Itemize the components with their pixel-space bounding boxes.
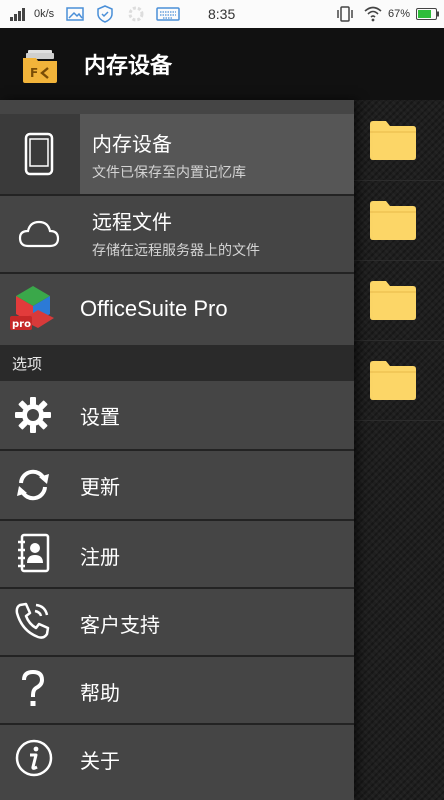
network-speed: 0k/s [34,8,55,20]
folder-icon [370,121,416,160]
drawer-item-settings[interactable]: 设置 [0,381,354,449]
folder-item[interactable] [354,180,444,261]
wifi-icon [364,0,382,28]
drawer-item-label: 客户支持 [80,613,160,637]
drawer-item-register[interactable]: 注册 [0,521,354,587]
svg-text:F: F [30,66,38,80]
shield-check-icon [96,0,114,28]
battery-percent: 67% [388,8,411,20]
clock: 8:35 [208,6,236,22]
section-label: 选项 [12,355,43,373]
settings-notification-icon [126,0,146,28]
section-header-options: 选项 [0,345,354,381]
info-icon [15,739,53,777]
drawer-item-title: 内存设备 [92,132,172,156]
folder-item[interactable] [354,260,444,341]
file-commander-logo-icon[interactable]: F [22,48,58,84]
folder-icon [370,281,416,320]
keyboard-icon [156,0,180,28]
drawer-item-officesuite-pro[interactable]: pro OfficeSuite Pro [0,274,354,344]
page-title: 内存设备 [84,54,173,79]
phone-icon-cell [0,114,80,194]
drawer-item-subtitle: 文件已保存至内置记忆库 [92,165,246,181]
folder-item[interactable] [354,340,444,421]
drawer-item-about[interactable]: 关于 [0,725,354,795]
status-bar: 0k/s 8:35 67% [0,0,444,28]
drawer-item-label: 帮助 [80,681,120,705]
refresh-icon [17,469,49,501]
drawer-item-help[interactable]: 帮助 [0,657,354,723]
drawer-item-label: 关于 [80,749,120,773]
vibrate-icon [336,0,354,28]
gear-icon [15,397,51,433]
drawer-item-title: 远程文件 [92,210,172,234]
image-notification-icon [66,0,84,28]
drawer-item-label: 设置 [80,405,120,429]
drawer-item-update[interactable]: 更新 [0,451,354,519]
file-list-pane [354,100,444,800]
question-icon [22,669,45,706]
drawer-item-subtitle: 存储在远程服务器上的文件 [92,243,260,259]
svg-text:pro: pro [12,319,31,330]
phone-icon [24,132,54,176]
officesuite-pro-icon: pro [10,286,54,330]
contact-book-icon [18,533,50,573]
folder-icon [370,361,416,400]
folder-item[interactable] [354,100,444,181]
drawer-item-title: OfficeSuite Pro [80,296,228,321]
drawer-item-internal-storage[interactable]: 内存设备 文件已保存至内置记忆库 [0,114,354,194]
folder-icon [370,201,416,240]
drawer-item-remote-files[interactable]: 远程文件 存储在远程服务器上的文件 [0,196,354,272]
phone-support-icon [15,602,50,639]
battery-icon [416,0,440,28]
drawer-item-label: 更新 [80,475,120,499]
navigation-drawer: 内存设备 文件已保存至内置记忆库 远程文件 存储在远程服务器上的文件 pro O… [0,100,354,800]
app-bar: F 内存设备 [0,28,444,100]
cloud-icon [18,220,60,248]
drawer-item-label: 注册 [80,545,120,569]
drawer-item-customer-support[interactable]: 客户支持 [0,589,354,655]
signal-icon [10,0,30,28]
